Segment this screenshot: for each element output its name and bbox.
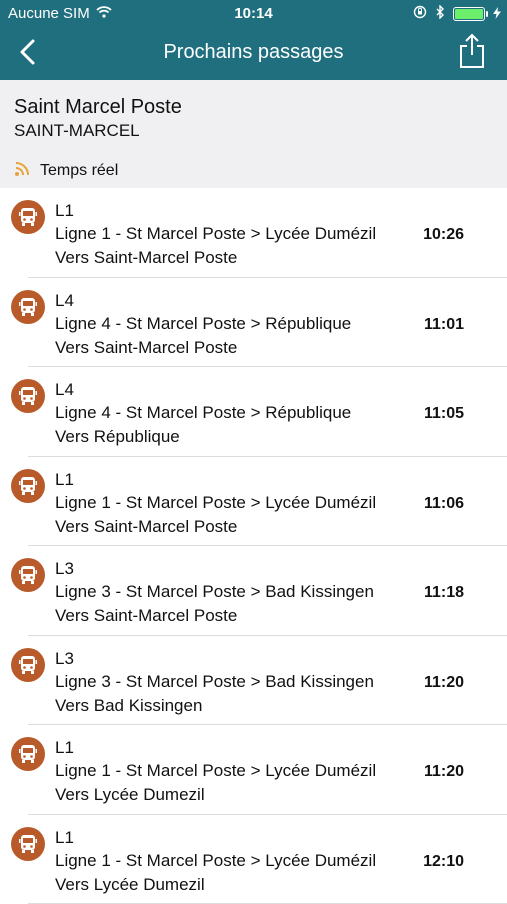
line-description: Ligne 1 - St Marcel Poste > Lycée Dumézi…: [55, 761, 376, 781]
realtime-signal-icon: [14, 159, 32, 182]
bus-icon: [11, 737, 45, 771]
realtime-label: Temps réel: [40, 162, 118, 180]
departure-time: 10:26: [423, 226, 464, 244]
departure-time: 11:06: [424, 495, 464, 513]
departure-time: 11:01: [424, 316, 464, 334]
line-code: L4: [55, 291, 74, 311]
line-code: L3: [55, 559, 74, 579]
departure-row[interactable]: L3 Ligne 3 - St Marcel Poste > Bad Kissi…: [0, 636, 507, 726]
line-code: L1: [55, 470, 74, 490]
bus-icon: [11, 648, 45, 682]
bus-icon: [11, 469, 45, 503]
line-description: Ligne 3 - St Marcel Poste > Bad Kissinge…: [55, 672, 374, 692]
departure-row[interactable]: L1 Ligne 1 - St Marcel Poste > Lycée Dum…: [0, 725, 507, 815]
direction: Vers Saint-Marcel Poste: [55, 248, 237, 268]
departure-time: 11:20: [424, 763, 464, 781]
departure-row[interactable]: L3 Ligne 3 - St Marcel Poste > Bad Kissi…: [0, 546, 507, 636]
charging-icon: [493, 6, 501, 23]
line-description: Ligne 1 - St Marcel Poste > Lycée Dumézi…: [55, 493, 376, 513]
nav-bar: Prochains passages: [0, 28, 507, 80]
bluetooth-icon: [435, 5, 445, 23]
share-button[interactable]: [455, 32, 489, 74]
line-code: L1: [55, 828, 74, 848]
departure-row[interactable]: L1 Ligne 1 - St Marcel Poste > Lycée Dum…: [0, 188, 507, 278]
departure-row[interactable]: L1 Ligne 1 - St Marcel Poste > Lycée Dum…: [0, 815, 507, 904]
bus-icon: [11, 290, 45, 324]
departure-row[interactable]: L1 Ligne 1 - St Marcel Poste > Lycée Dum…: [0, 457, 507, 547]
status-bar: Aucune SIM 10:14: [0, 0, 507, 28]
realtime-indicator: Temps réel: [14, 159, 118, 182]
direction: Vers Saint-Marcel Poste: [55, 517, 237, 537]
line-description: Ligne 1 - St Marcel Poste > Lycée Dumézi…: [55, 851, 376, 871]
line-code: L3: [55, 649, 74, 669]
stop-info: Saint Marcel Poste SAINT-MARCEL Temps ré…: [0, 80, 507, 188]
line-code: L1: [55, 738, 74, 758]
bus-icon: [11, 827, 45, 861]
line-description: Ligne 3 - St Marcel Poste > Bad Kissinge…: [55, 582, 374, 602]
direction: Vers Saint-Marcel Poste: [55, 606, 237, 626]
share-icon: [458, 33, 486, 74]
line-description: Ligne 4 - St Marcel Poste > République: [55, 403, 351, 423]
direction: Vers Bad Kissingen: [55, 696, 202, 716]
direction: Vers Lycée Dumezil: [55, 785, 205, 805]
line-code: L1: [55, 201, 74, 221]
departure-row[interactable]: L4 Ligne 4 - St Marcel Poste > Républiqu…: [0, 278, 507, 368]
departure-time: 11:05: [424, 405, 464, 423]
battery-icon: [453, 7, 485, 21]
departure-time: 12:10: [423, 853, 464, 871]
departure-time: 11:20: [424, 674, 464, 692]
stop-name: Saint Marcel Poste: [14, 96, 182, 119]
bus-icon: [11, 379, 45, 413]
departures-list: L1 Ligne 1 - St Marcel Poste > Lycée Dum…: [0, 188, 507, 904]
bus-icon: [11, 558, 45, 592]
departure-time: 11:18: [424, 584, 464, 602]
bus-icon: [11, 200, 45, 234]
line-description: Ligne 1 - St Marcel Poste > Lycée Dumézi…: [55, 224, 376, 244]
orientation-lock-icon: [413, 5, 427, 23]
status-right: [413, 5, 501, 23]
departure-row[interactable]: L4 Ligne 4 - St Marcel Poste > Républiqu…: [0, 367, 507, 457]
line-code: L4: [55, 380, 74, 400]
page-title: Prochains passages: [0, 41, 507, 64]
direction: Vers Saint-Marcel Poste: [55, 338, 237, 358]
line-description: Ligne 4 - St Marcel Poste > République: [55, 314, 351, 334]
direction: Vers Lycée Dumezil: [55, 875, 205, 895]
stop-city: SAINT-MARCEL: [14, 121, 140, 141]
direction: Vers République: [55, 427, 180, 447]
app-header: Aucune SIM 10:14: [0, 0, 507, 80]
